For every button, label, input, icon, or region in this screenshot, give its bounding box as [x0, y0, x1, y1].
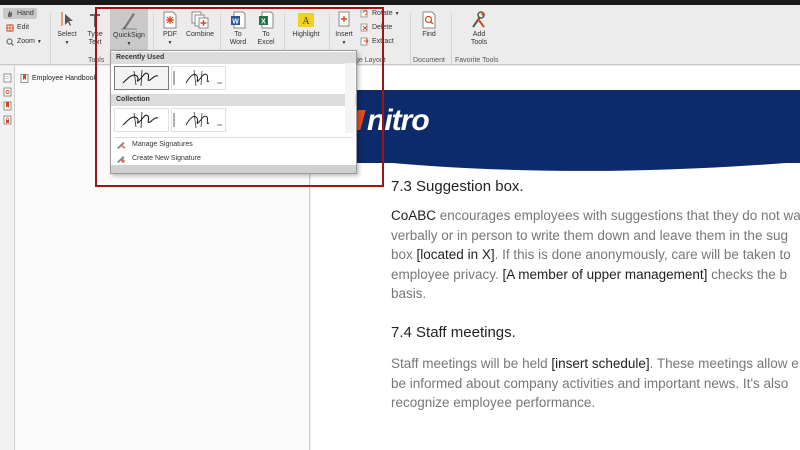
find-label: Find — [422, 31, 436, 38]
add-tools-label-1: Add — [472, 31, 486, 38]
section-7-4-heading: 7.4 Staff meetings. — [391, 324, 516, 341]
select-cursor-icon — [61, 12, 73, 26]
paragraph-7-3-line-3: box [located in X]. If this is done anon… — [391, 245, 791, 265]
ribbon-separator — [50, 13, 51, 65]
p1-manager-placeholder: [A member of upper management] — [502, 266, 708, 282]
bookmark-item[interactable]: Employee Handbook — [20, 74, 97, 83]
group-label-favorite-tools: Favorite Tools — [455, 57, 499, 64]
p2-schedule-placeholder: [insert schedule] — [551, 356, 650, 371]
zoom-tool[interactable]: Zoom ▼ — [6, 36, 42, 47]
find-icon — [422, 11, 436, 29]
add-tools-label-2: Tools — [470, 39, 488, 46]
select-label: Select — [57, 31, 77, 38]
bookmark-icon — [20, 74, 29, 83]
find-button[interactable]: Find — [416, 11, 442, 39]
bookmark-label: Employee Handbook — [32, 75, 97, 82]
p1-line3-a: box — [391, 247, 417, 262]
zoom-icon — [6, 38, 14, 46]
p1-line1-text: encourages employees with suggestions th… — [436, 208, 800, 223]
header-wave-shape — [311, 144, 800, 171]
hand-icon — [8, 10, 12, 17]
bookmarks-panel-icon[interactable] — [3, 101, 12, 111]
edit-icon — [6, 23, 14, 32]
p1-location-placeholder: [located in X] — [416, 247, 495, 262]
security-panel-icon[interactable] — [3, 115, 12, 125]
paragraph-7-3-line-1: CoABC encourages employees with suggesti… — [391, 206, 800, 226]
rotate-dropdown-arrow: ▼ — [394, 10, 400, 17]
ribbon-separator — [451, 13, 452, 65]
select-button[interactable]: Select ▼ — [54, 11, 80, 47]
edit-tool[interactable]: Edit — [6, 22, 29, 33]
side-icon-strip — [0, 66, 15, 450]
section-7-3-heading: 7.3 Suggestion box. — [391, 178, 524, 195]
hand-tool-label: Hand — [17, 10, 34, 17]
paragraph-7-3-line-4: employee privacy. [A member of upper man… — [391, 265, 787, 285]
paragraph-7-3-line-2: verbally or in person to write them down… — [391, 227, 788, 243]
p2-line1-a: Staff meetings will be held — [391, 356, 552, 371]
tools-icon — [472, 11, 485, 28]
p1-line4-b: checks the b — [707, 266, 787, 282]
p2-line1-b: . These meetings allow e — [649, 356, 799, 371]
pages-panel-icon[interactable] — [3, 73, 12, 83]
zoom-tool-label: Zoom — [17, 38, 35, 45]
zoom-dropdown-arrow: ▼ — [36, 38, 42, 45]
paragraph-7-4-line-2: be informed about company activities and… — [391, 375, 789, 391]
search-panel-icon[interactable] — [3, 87, 12, 97]
group-label-document: Document — [413, 57, 445, 64]
paragraph-7-3-line-5: basis. — [391, 286, 427, 301]
hand-tool[interactable]: Hand — [3, 8, 37, 19]
ribbon-separator — [410, 13, 411, 65]
p1-line4-a: employee privacy. — [391, 266, 503, 282]
p1-line3-b: . If this is done anonymously, care will… — [494, 247, 791, 262]
annotation-highlight-box — [95, 7, 384, 187]
paragraph-7-4-line-1: Staff meetings will be held [insert sche… — [391, 354, 799, 374]
add-tools-button[interactable]: Add Tools — [465, 11, 493, 47]
company-name: CoABC — [391, 208, 437, 223]
paragraph-7-4-line-3: recognize employee performance. — [391, 395, 596, 410]
edit-tool-label: Edit — [17, 24, 30, 31]
document-view: nitro 7.3 Suggestion box. CoABC encourag… — [311, 66, 800, 450]
select-dropdown-arrow: ▼ — [64, 40, 70, 46]
